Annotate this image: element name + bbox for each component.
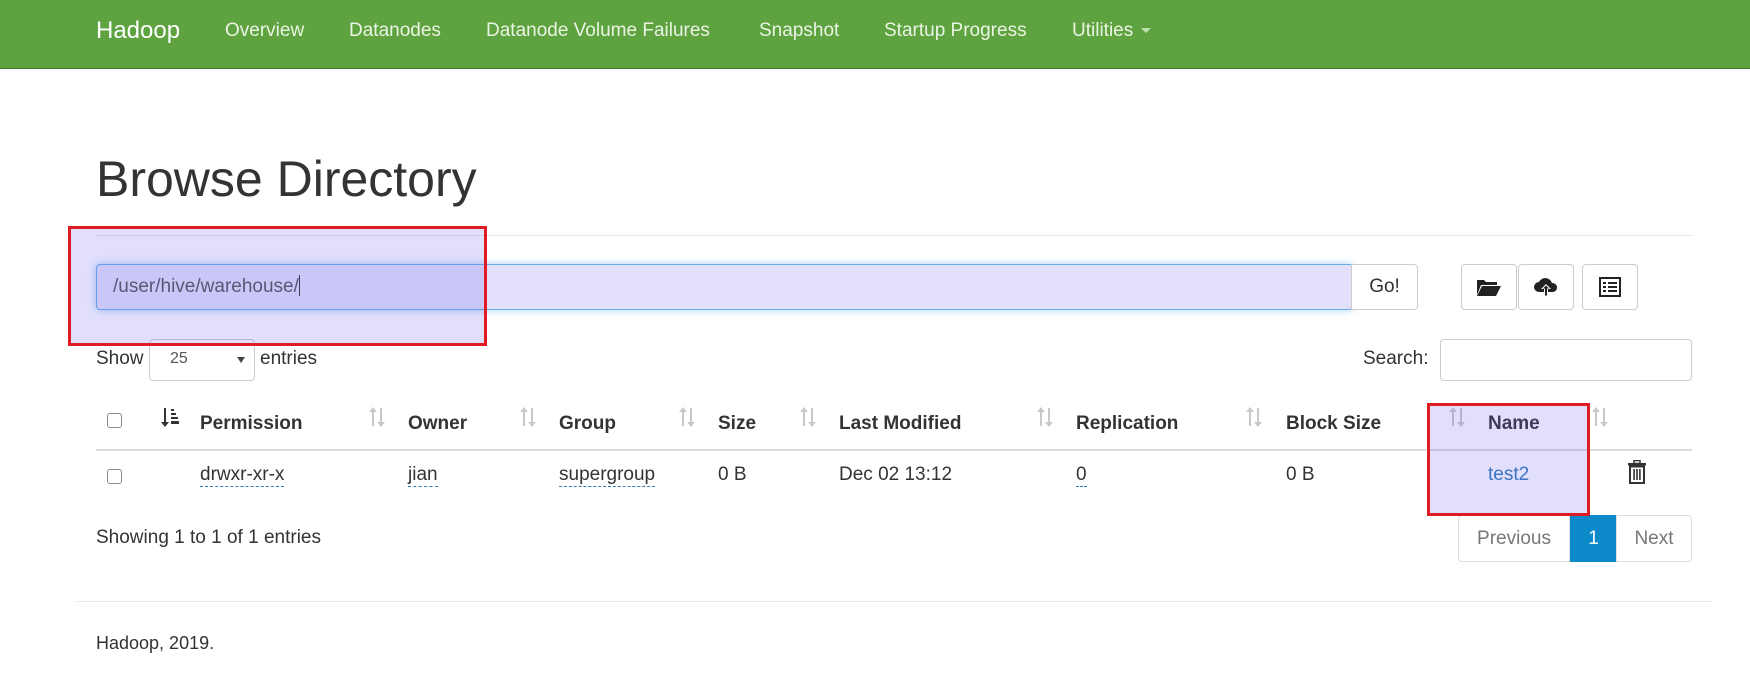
highlight-box-path <box>68 226 487 346</box>
trash-icon[interactable] <box>1626 460 1648 484</box>
page-title: Browse Directory <box>96 151 477 207</box>
entries-per-page-value: 25 <box>170 350 188 367</box>
size-cell: 0 B <box>718 464 747 485</box>
last-modified-cell: Dec 02 13:12 <box>839 464 953 485</box>
footer-text: Hadoop, 2019. <box>96 633 215 653</box>
cloud-upload-icon <box>1534 278 1558 296</box>
sort-asc-icon[interactable] <box>160 406 180 428</box>
brand-link[interactable]: Hadoop <box>96 17 180 45</box>
cut-paste-button[interactable] <box>1582 264 1638 310</box>
column-header-owner[interactable]: Owner <box>408 413 467 435</box>
column-header-block-size[interactable]: Block Size <box>1286 413 1381 435</box>
owner-cell[interactable]: jian <box>408 464 438 487</box>
show-label: Show <box>96 348 144 369</box>
sort-both-icon[interactable] <box>798 406 818 428</box>
column-header-replication[interactable]: Replication <box>1076 413 1178 435</box>
nav-datanode-volume-failures[interactable]: Datanode Volume Failures <box>486 20 710 42</box>
sort-both-icon[interactable] <box>677 406 697 428</box>
nav-overview[interactable]: Overview <box>225 20 304 42</box>
owner-value: jian <box>408 464 438 487</box>
nav-utilities-dropdown[interactable]: Utilities <box>1072 20 1152 42</box>
highlight-box-name <box>1427 403 1590 516</box>
select-arrow-icon <box>237 357 245 363</box>
navbar: Hadoop Overview Datanodes Datanode Volum… <box>0 0 1750 69</box>
group-cell[interactable]: supergroup <box>559 464 656 487</box>
replication-value: 0 <box>1076 464 1087 487</box>
footer-divider <box>76 601 1712 602</box>
page-1-button[interactable]: 1 <box>1570 515 1617 562</box>
upload-files-button[interactable] <box>1518 264 1574 310</box>
sort-both-icon[interactable] <box>1244 406 1264 428</box>
permission-cell[interactable]: drwxr-xr-x <box>200 464 285 487</box>
folder-open-icon <box>1477 280 1501 296</box>
create-directory-button[interactable] <box>1461 264 1517 310</box>
next-page-button[interactable]: Next <box>1616 515 1692 562</box>
search-label: Search: <box>1363 348 1429 369</box>
select-all-checkbox[interactable] <box>107 413 122 428</box>
nav-datanodes[interactable]: Datanodes <box>349 20 441 42</box>
block-size-cell: 0 B <box>1286 464 1315 485</box>
column-header-size[interactable]: Size <box>718 413 756 435</box>
go-button[interactable]: Go! <box>1351 264 1418 310</box>
sort-both-icon[interactable] <box>1590 406 1610 428</box>
nav-snapshot[interactable]: Snapshot <box>759 20 839 42</box>
sort-both-icon[interactable] <box>1035 406 1055 428</box>
caret-down-icon <box>1141 28 1152 34</box>
column-header-group[interactable]: Group <box>559 413 616 435</box>
column-header-permission[interactable]: Permission <box>200 413 302 435</box>
column-header-last-modified[interactable]: Last Modified <box>839 413 961 435</box>
nav-startup-progress[interactable]: Startup Progress <box>884 20 1027 42</box>
sort-both-icon[interactable] <box>518 406 538 428</box>
entries-label: entries <box>260 348 318 369</box>
group-value: supergroup <box>559 464 656 487</box>
replication-cell[interactable]: 0 <box>1076 464 1087 487</box>
nav-utilities-label: Utilities <box>1072 20 1134 41</box>
permission-value: drwxr-xr-x <box>200 464 285 487</box>
list-alt-icon <box>1599 277 1621 297</box>
row-select-checkbox[interactable] <box>107 469 122 484</box>
sort-both-icon[interactable] <box>367 406 387 428</box>
table-info: Showing 1 to 1 of 1 entries <box>96 527 321 548</box>
search-input[interactable] <box>1440 339 1692 381</box>
previous-page-button[interactable]: Previous <box>1458 515 1570 562</box>
